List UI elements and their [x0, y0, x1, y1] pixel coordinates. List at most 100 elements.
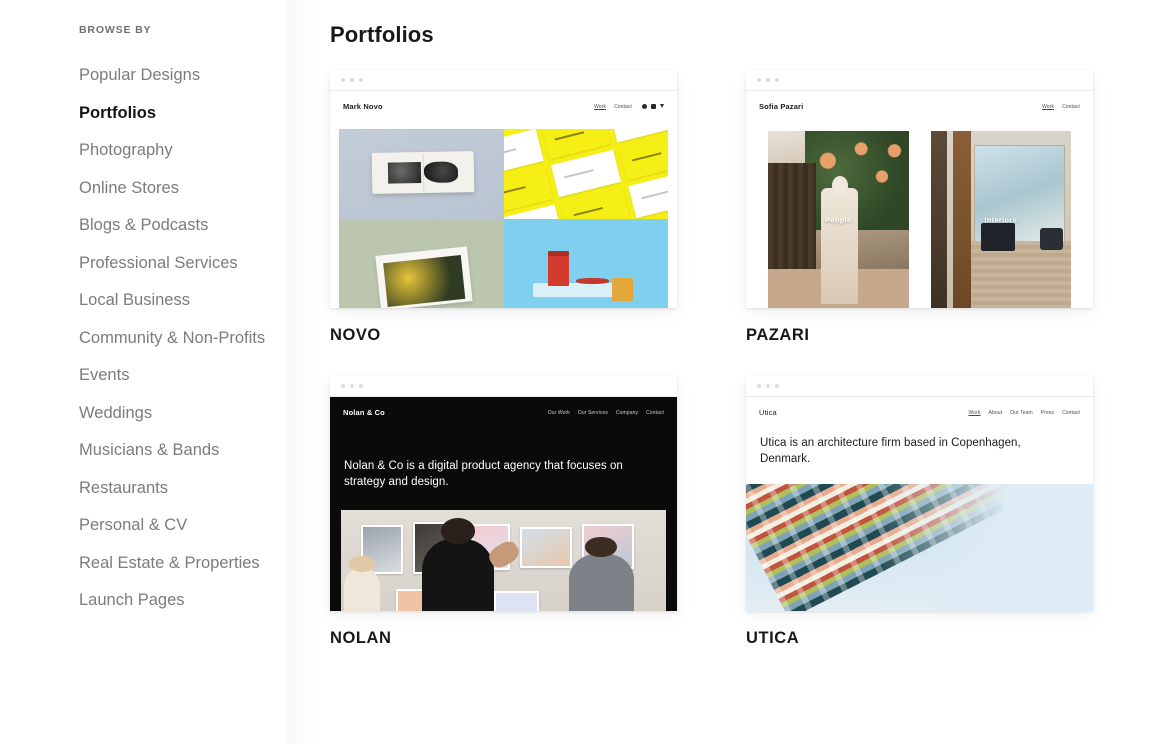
template-name-utica: UTICA	[746, 629, 800, 647]
sidebar-item-launch-pages[interactable]: Launch Pages	[79, 582, 320, 620]
site-headline: Nolan & Co is a digital product agency t…	[344, 460, 623, 489]
site-nav-contact[interactable]: Contact	[1062, 104, 1080, 110]
wall-pinned-image	[493, 591, 540, 611]
photo-interiors: Interiors	[930, 131, 1071, 308]
sidebar-item-portfolios[interactable]: Portfolios	[79, 95, 320, 133]
site-nav-contact[interactable]: Contact	[646, 410, 664, 416]
preview-viewport: Mark Novo Work Contact	[330, 91, 677, 308]
site-nav: Work Contact	[594, 104, 664, 110]
site-nav-about[interactable]: About	[989, 410, 1003, 416]
triangle-icon	[660, 104, 664, 108]
product-jar-amber	[612, 277, 634, 301]
sidebar-item-popular-designs[interactable]: Popular Designs	[79, 57, 320, 95]
square-icon	[651, 104, 656, 109]
site-nav-work[interactable]: Work	[1042, 104, 1054, 110]
sidebar-item-local-business[interactable]: Local Business	[79, 282, 320, 320]
template-tile-pazari[interactable]: Sofia Pazari Work Contact People Interio…	[746, 70, 1093, 345]
preview-viewport: Sofia Pazari Work Contact People Interio…	[746, 91, 1093, 308]
site-nav-icons	[642, 104, 664, 109]
photo-book	[339, 129, 504, 219]
stool	[1040, 228, 1063, 250]
browser-chrome	[330, 70, 677, 91]
sidebar: BROWSE BY Popular Designs Portfolios Pho…	[0, 0, 320, 744]
site-nav-our-team[interactable]: Our Team	[1010, 410, 1033, 416]
sky	[877, 484, 1093, 611]
photo-label-people: People	[825, 215, 852, 224]
template-preview-pazari[interactable]: Sofia Pazari Work Contact People Interio…	[746, 70, 1093, 308]
template-tile-utica[interactable]: Utica Work About Our Team Press Contact …	[746, 376, 1093, 648]
template-preview-utica[interactable]: Utica Work About Our Team Press Contact …	[746, 376, 1093, 611]
window-dot-icon	[341, 384, 345, 388]
person-figure	[821, 176, 858, 305]
site-logo: Sofia Pazari	[759, 102, 804, 111]
browser-chrome	[330, 376, 677, 397]
sidebar-item-professional-services[interactable]: Professional Services	[79, 245, 320, 283]
sidebar-item-weddings[interactable]: Weddings	[79, 395, 320, 433]
template-preview-novo[interactable]: Mark Novo Work Contact	[330, 70, 677, 308]
sidebar-item-personal-cv[interactable]: Personal & CV	[79, 507, 320, 545]
window-dot-icon	[341, 78, 345, 82]
site-nav: Work Contact	[1042, 104, 1080, 110]
sidebar-item-events[interactable]: Events	[79, 357, 320, 395]
window-dot-icon	[775, 384, 779, 388]
window-dot-icon	[766, 78, 770, 82]
site-nav-press[interactable]: Press	[1041, 410, 1054, 416]
business-card-stack	[503, 129, 668, 219]
photo-team-wall	[341, 510, 666, 611]
wall-pinned-image	[519, 526, 572, 569]
site-header: Nolan & Co Our Work Our Services Company…	[330, 397, 677, 417]
person-figure	[422, 518, 494, 611]
site-header: Sofia Pazari Work Contact	[746, 91, 1093, 111]
photo-building	[746, 484, 1093, 611]
photo-people: People	[768, 131, 909, 308]
site-nav-contact[interactable]: Contact	[614, 104, 632, 110]
site-nav: Our Work Our Services Company Contact	[548, 410, 664, 416]
novo-photo-grid	[339, 129, 668, 308]
sidebar-item-real-estate-properties[interactable]: Real Estate & Properties	[79, 545, 320, 583]
template-grid: Mark Novo Work Contact NOVO Sofia Pazari…	[330, 70, 1158, 648]
template-name-pazari: PAZARI	[746, 326, 810, 344]
site-nav-work[interactable]: Work	[969, 410, 981, 416]
site-nav-our-work[interactable]: Our Work	[548, 410, 570, 416]
nolan-site: Nolan & Co Our Work Our Services Company…	[330, 397, 677, 611]
circle-icon	[642, 104, 647, 109]
site-nav-company[interactable]: Company	[616, 410, 638, 416]
sidebar-item-restaurants[interactable]: Restaurants	[79, 470, 320, 508]
category-list: Popular Designs Portfolios Photography O…	[79, 57, 320, 620]
window-dot-icon	[350, 384, 354, 388]
person-figure	[344, 556, 380, 611]
window-dot-icon	[757, 78, 761, 82]
browser-chrome	[746, 70, 1093, 91]
sidebar-heading: BROWSE BY	[79, 24, 152, 36]
sidebar-item-community-non-profits[interactable]: Community & Non-Profits	[79, 320, 320, 358]
window-dot-icon	[766, 384, 770, 388]
preview-viewport: Utica Work About Our Team Press Contact …	[746, 397, 1093, 611]
template-tile-novo[interactable]: Mark Novo Work Contact NOVO	[330, 70, 677, 345]
site-header: Utica Work About Our Team Press Contact	[746, 397, 1093, 417]
main-content: Portfolios Mark Novo Work Contact NOVO S…	[320, 0, 1158, 744]
sidebar-item-photography[interactable]: Photography	[79, 132, 320, 170]
photo-flowers	[339, 218, 504, 308]
template-preview-nolan[interactable]: Nolan & Co Our Work Our Services Company…	[330, 376, 677, 611]
open-book-graphic	[371, 151, 475, 195]
window-dot-icon	[775, 78, 779, 82]
sidebar-item-musicians-bands[interactable]: Musicians & Bands	[79, 432, 320, 470]
book-photo-right	[424, 161, 458, 184]
site-nav-our-services[interactable]: Our Services	[578, 410, 608, 416]
window-dot-icon	[359, 78, 363, 82]
template-tile-nolan[interactable]: Nolan & Co Our Work Our Services Company…	[330, 376, 677, 648]
site-headline: Utica is an architecture firm based in C…	[760, 437, 1021, 466]
site-logo: Utica	[759, 408, 777, 417]
site-header: Mark Novo Work Contact	[330, 91, 677, 111]
browse-templates-page: BROWSE BY Popular Designs Portfolios Pho…	[0, 0, 1158, 744]
sidebar-item-blogs-podcasts[interactable]: Blogs & Podcasts	[79, 207, 320, 245]
sidebar-item-online-stores[interactable]: Online Stores	[79, 170, 320, 208]
window-dot-icon	[350, 78, 354, 82]
pazari-photo-row: People Interiors	[768, 131, 1071, 308]
site-nav-contact[interactable]: Contact	[1062, 410, 1080, 416]
site-nav-work[interactable]: Work	[594, 104, 606, 110]
flower-card-graphic	[375, 246, 474, 308]
person-figure	[568, 536, 634, 611]
photo-products	[503, 218, 668, 308]
product-jar-red	[547, 250, 570, 286]
